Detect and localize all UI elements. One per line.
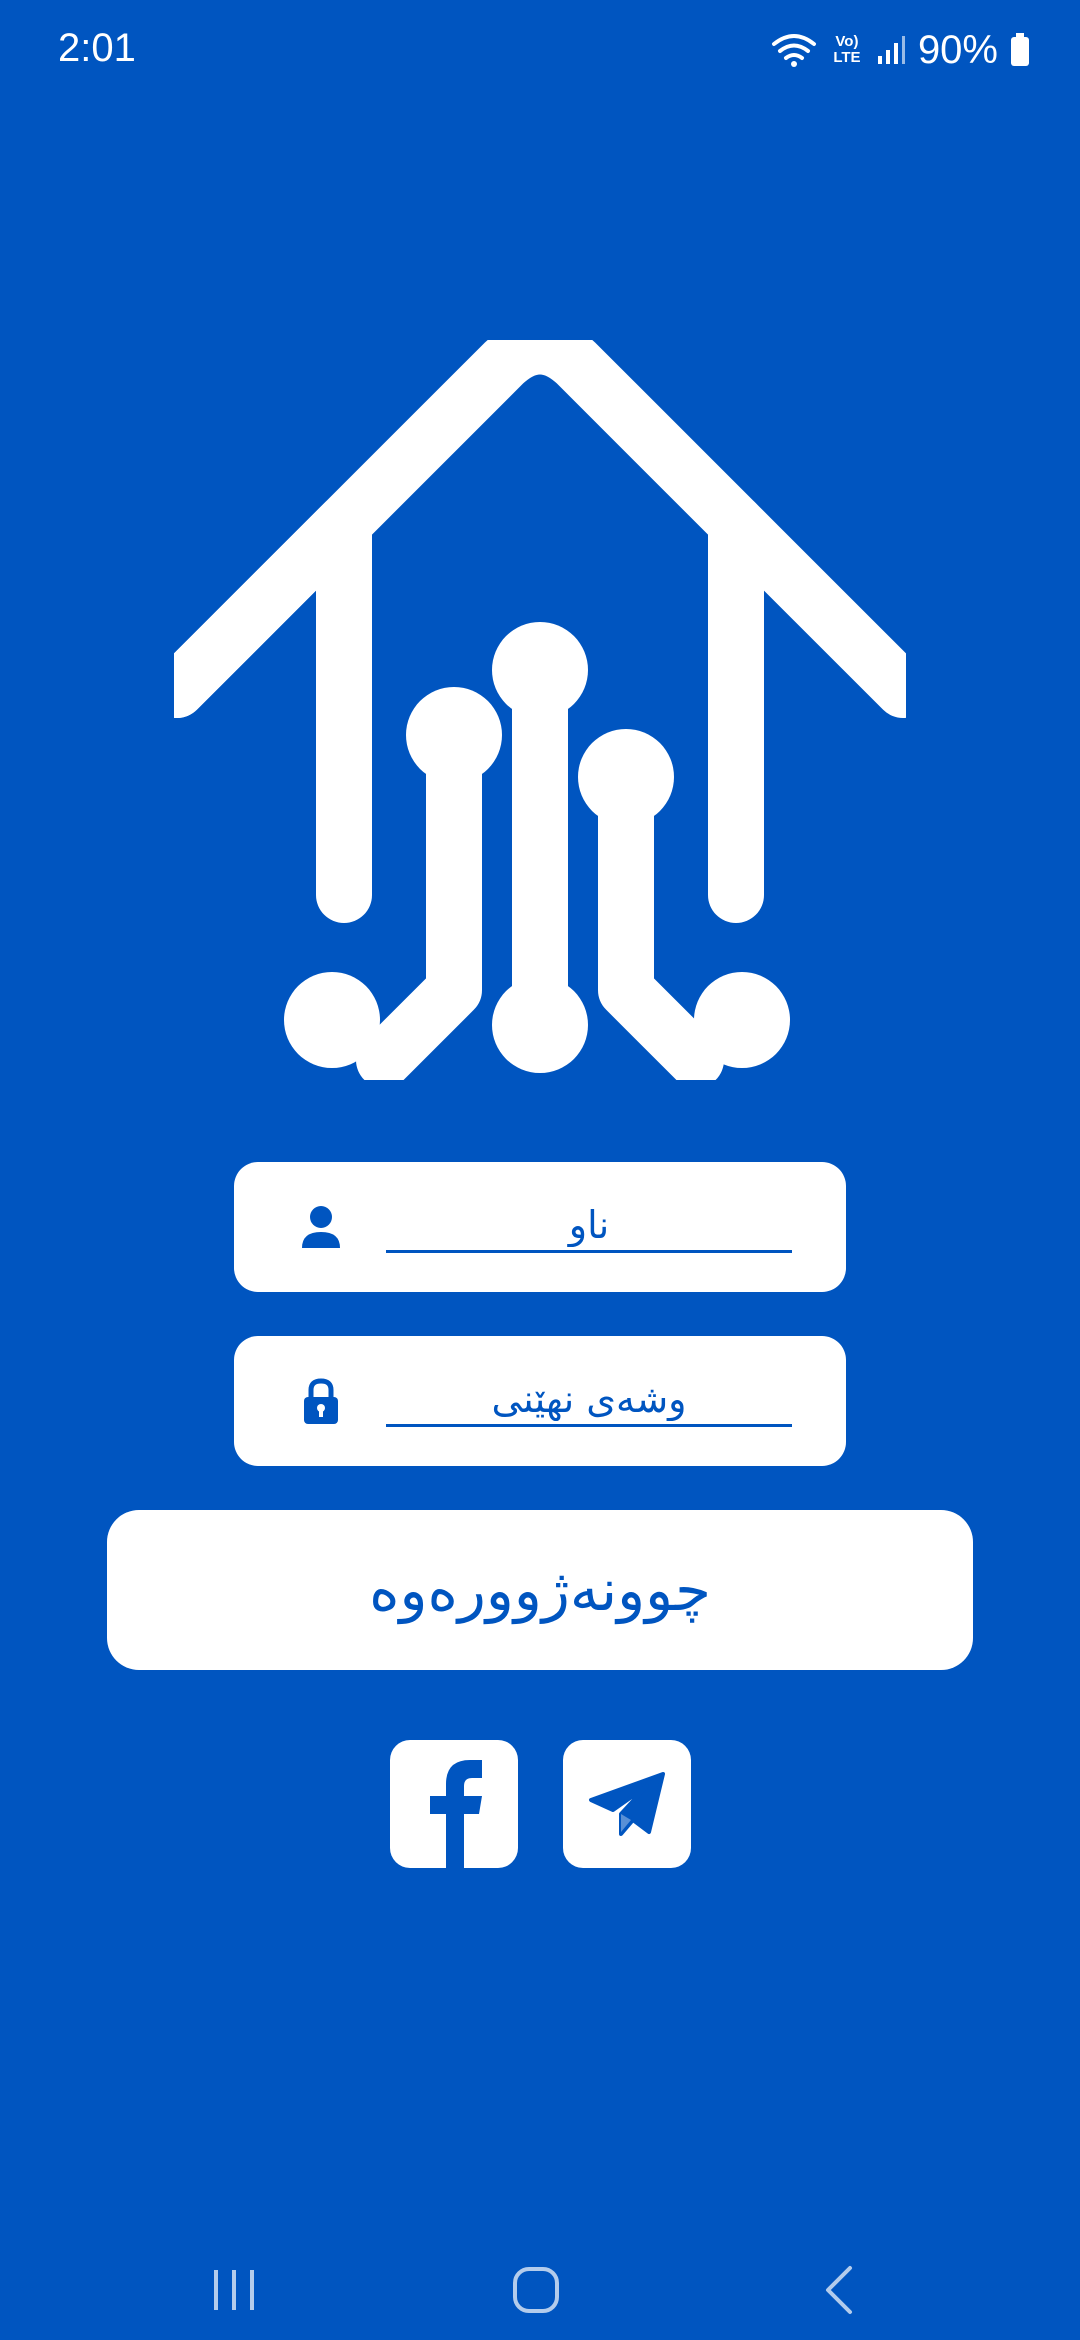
home-button[interactable] [496,2250,576,2330]
login-button[interactable]: چوونەژوورەوە [107,1510,973,1670]
back-button[interactable] [800,2250,880,2330]
telegram-button[interactable] [563,1740,691,1868]
recents-button[interactable] [194,2250,274,2330]
wifi-icon [771,34,816,67]
telegram-icon [589,1772,665,1836]
password-field [234,1336,846,1466]
navigation-bar [0,2220,1080,2340]
signal-icon [877,36,905,64]
status-bar: 2:01 Vo) LTE 90% [0,0,1080,100]
username-input[interactable] [386,1200,792,1253]
user-icon [302,1206,340,1248]
lock-icon [304,1378,338,1424]
battery-icon [1011,33,1029,66]
battery-percentage: 90% [917,27,998,72]
status-icons: Vo) LTE 90% [770,24,1030,76]
network-type-label: Vo) LTE [833,33,861,66]
smart-home-logo [174,340,906,1080]
username-field [234,1162,846,1292]
facebook-button[interactable] [390,1740,518,1868]
status-time: 2:01 [58,26,136,70]
password-input[interactable] [386,1374,792,1427]
facebook-icon [430,1760,482,1868]
